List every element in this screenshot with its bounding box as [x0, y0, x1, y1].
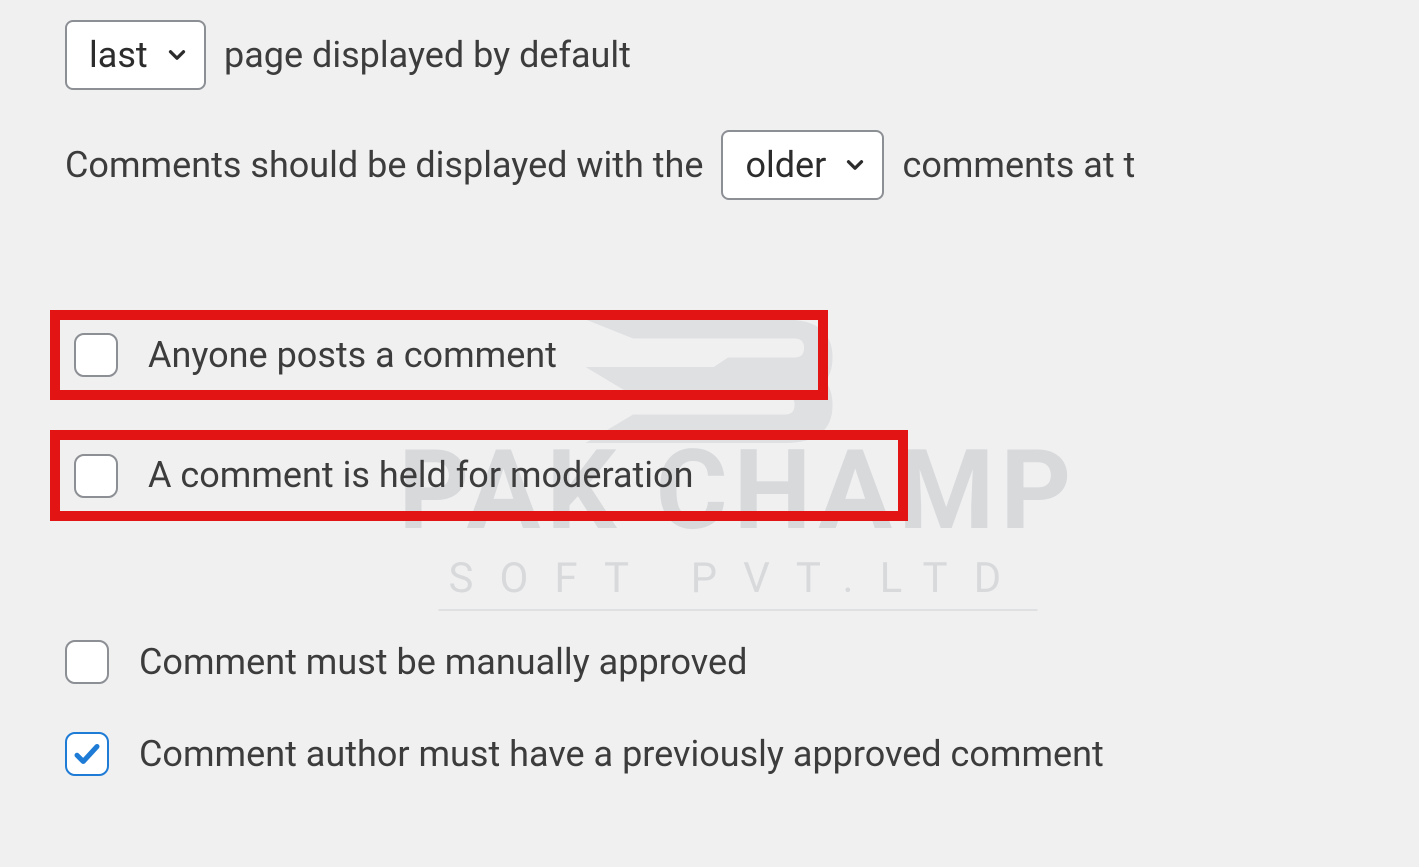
highlight-held-moderation: A comment is held for moderation: [50, 430, 908, 520]
comment-order-select-wrap: older: [721, 130, 884, 200]
checkbox-row-prev-approved[interactable]: Comment author must have a previously ap…: [65, 723, 1419, 785]
checkbox-label-manually-approved: Comment must be manually approved: [139, 637, 747, 687]
checkbox-label-held-moderation: A comment is held for moderation: [148, 450, 693, 500]
checkbox-manually-approved[interactable]: [65, 640, 109, 684]
checkbox-prev-approved[interactable]: [65, 732, 109, 776]
checkbox-held-moderation[interactable]: [74, 454, 118, 498]
checkbox-label-prev-approved: Comment author must have a previously ap…: [139, 729, 1104, 779]
checkbox-row-anyone-posts[interactable]: Anyone posts a comment: [60, 320, 818, 390]
comment-order-select[interactable]: older: [721, 130, 884, 200]
default-page-label: page displayed by default: [224, 30, 631, 80]
checkbox-label-anyone-posts: Anyone posts a comment: [148, 330, 557, 380]
checkbox-row-held-moderation[interactable]: A comment is held for moderation: [60, 440, 898, 510]
discussion-settings-section: last page displayed by default Comments …: [0, 0, 1419, 786]
checkbox-anyone-posts[interactable]: [74, 333, 118, 377]
default-page-select[interactable]: last: [65, 20, 206, 90]
default-page-select-wrap: last: [65, 20, 206, 90]
check-icon: [72, 739, 102, 769]
comment-order-suffix: comments at t: [902, 140, 1135, 190]
checkbox-row-manually-approved[interactable]: Comment must be manually approved: [65, 631, 1419, 693]
comment-order-row: Comments should be displayed with the ol…: [65, 130, 1419, 200]
highlight-anyone-posts: Anyone posts a comment: [50, 310, 828, 400]
comment-order-prefix: Comments should be displayed with the: [65, 140, 703, 190]
default-page-row: last page displayed by default: [65, 20, 1419, 90]
